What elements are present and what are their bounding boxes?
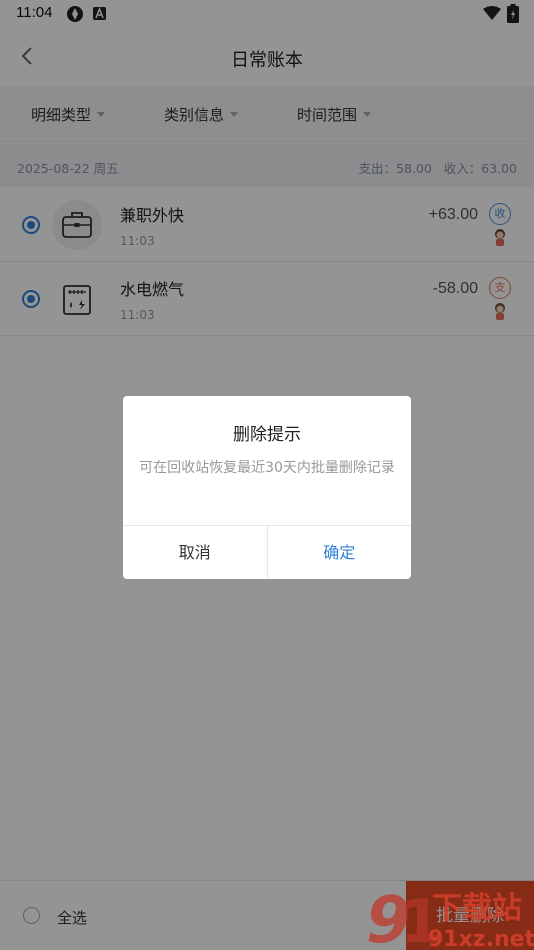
confirm-button[interactable]: 确定: [268, 526, 412, 579]
site-watermark-logo: 9 1 下载站 91xz.net: [366, 884, 534, 950]
dialog-title: 删除提示: [233, 425, 301, 445]
cancel-button[interactable]: 取消: [123, 526, 268, 579]
dialog-message: 可在回收站恢复最近30天内批量删除记录: [139, 460, 395, 476]
delete-confirm-dialog: 删除提示 可在回收站恢复最近30天内批量删除记录 取消 确定: [123, 396, 411, 579]
dialog-actions: 取消 确定: [123, 525, 411, 579]
svg-text:下载站: 下载站: [432, 891, 522, 926]
svg-text:91xz.net: 91xz.net: [428, 927, 534, 950]
